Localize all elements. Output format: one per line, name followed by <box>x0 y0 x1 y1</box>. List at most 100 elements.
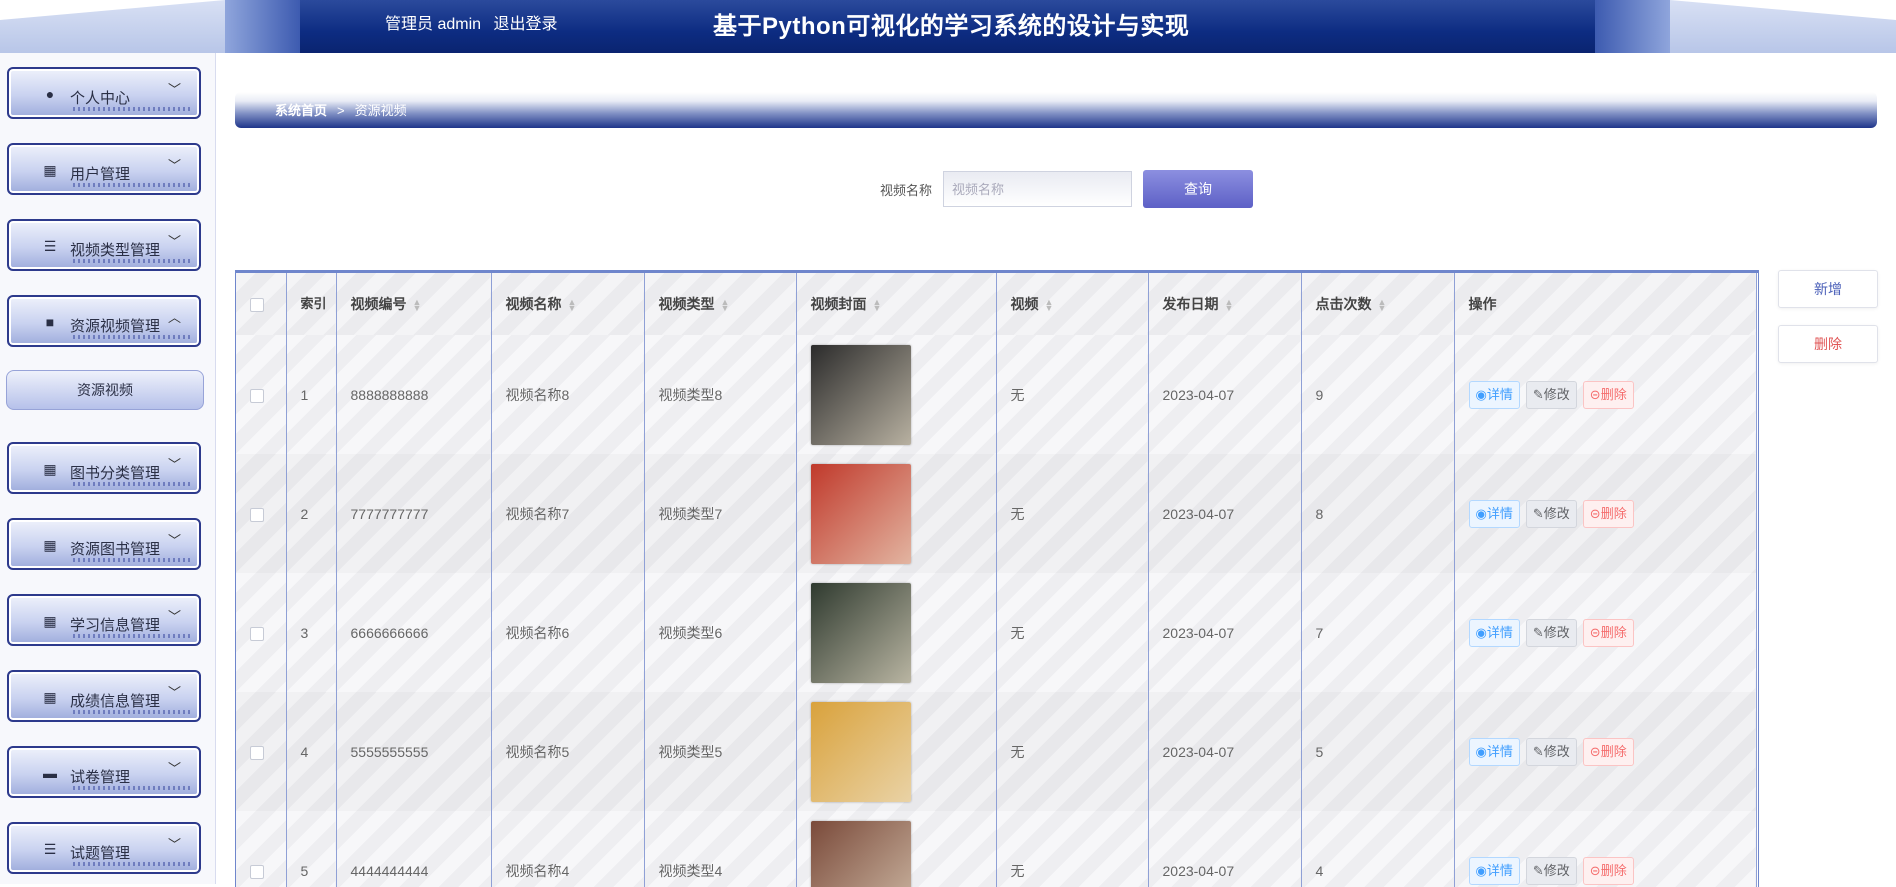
row-checkbox[interactable] <box>250 627 264 641</box>
chevron-down-icon: ﹀ <box>168 155 181 174</box>
header-decoration-right <box>1670 0 1896 20</box>
cell-video: 无 <box>996 811 1148 887</box>
search-button[interactable]: 查询 <box>1143 170 1253 208</box>
sort-icon[interactable]: ▲▼ <box>1225 299 1234 311</box>
delete-label: 删除 <box>1601 744 1627 759</box>
cell-video-name: 视频名称4 <box>491 811 644 887</box>
apps-icon: ▦ <box>42 689 58 705</box>
chevron-down-icon: ﹀ <box>168 454 181 473</box>
header-video-name[interactable]: 视频名称▲▼ <box>491 273 644 335</box>
detail-button[interactable]: ◉详情 <box>1469 619 1520 647</box>
header-publish-date[interactable]: 发布日期 ▲▼ <box>1148 273 1301 335</box>
delete-button[interactable]: ⊝删除 <box>1583 500 1634 528</box>
delete-button[interactable]: ⊝删除 <box>1583 738 1634 766</box>
sidebar-item-4[interactable]: ■资源视频管理︿ <box>7 295 201 347</box>
delete-button[interactable]: ⊝删除 <box>1583 619 1634 647</box>
cover-image[interactable] <box>811 583 911 683</box>
table-row: 45555555555视频名称5视频类型5无2023-04-075◉详情✎修改⊝… <box>236 692 1756 811</box>
batch-delete-button[interactable]: 删除 <box>1778 325 1878 363</box>
chevron-down-icon: ﹀ <box>168 682 181 701</box>
menu-decoration <box>73 634 191 638</box>
sidebar-item-7[interactable]: ▦学习信息管理﹀ <box>7 594 201 646</box>
sort-icon[interactable]: ▲▼ <box>568 299 577 311</box>
sidebar-item-3[interactable]: ☰视频类型管理﹀ <box>7 219 201 271</box>
cover-image[interactable] <box>811 821 911 887</box>
edit-button[interactable]: ✎修改 <box>1526 857 1577 885</box>
cell-clicks: 7 <box>1301 573 1454 692</box>
cover-image[interactable] <box>811 702 911 802</box>
header-wing-left <box>225 0 300 53</box>
header-video-label: 视频 <box>1011 296 1039 312</box>
edit-icon: ✎ <box>1533 506 1544 521</box>
sort-icon[interactable]: ▲▼ <box>1045 299 1054 311</box>
sort-icon[interactable]: ▲▼ <box>413 299 422 311</box>
sort-icon[interactable]: ▲▼ <box>721 299 730 311</box>
header-publish-date-label: 发布日期 <box>1163 296 1219 312</box>
header-video[interactable]: 视频 ▲▼ <box>996 273 1148 335</box>
chevron-down-icon: ﹀ <box>168 231 181 250</box>
cell-ops: ◉详情✎修改⊝删除 <box>1454 811 1756 887</box>
system-title: 基于Python可视化的学习系统的设计与实现 <box>713 6 1189 41</box>
detail-button[interactable]: ◉详情 <box>1469 500 1520 528</box>
breadcrumb-home[interactable]: 系统首页 <box>275 103 327 118</box>
edit-button[interactable]: ✎修改 <box>1526 738 1577 766</box>
header-video-type[interactable]: 视频类型▲▼ <box>644 273 796 335</box>
sidebar-item-8[interactable]: ▦ 成绩信息管理 ﹀ <box>7 670 201 722</box>
sidebar-item-2[interactable]: ▦用户管理﹀ <box>7 143 201 195</box>
sidebar-item-label: 视频类型管理 <box>70 239 160 260</box>
minus-circle-icon: ⊝ <box>1590 625 1601 640</box>
sidebar-item-5[interactable]: ▦图书分类管理﹀ <box>7 442 201 494</box>
row-checkbox[interactable] <box>250 508 264 522</box>
delete-button[interactable]: ⊝删除 <box>1583 857 1634 885</box>
detail-label: 详情 <box>1487 625 1513 640</box>
edit-label: 修改 <box>1544 744 1570 759</box>
table-row: 54444444444视频名称4视频类型4无2023-04-074◉详情✎修改⊝… <box>236 811 1756 887</box>
cell-ops: ◉详情✎修改⊝删除 <box>1454 692 1756 811</box>
video-table: 索引 视频编号▲▼ 视频名称▲▼ 视频类型▲▼ 视频封面▲▼ 视频▲▼ 发布日期… <box>235 270 1759 887</box>
logout-link[interactable]: 退出登录 <box>493 16 557 33</box>
sidebar-item-9[interactable]: ▬试卷管理﹀ <box>7 746 201 798</box>
menu-decoration <box>73 710 191 714</box>
row-select-cell <box>236 811 286 887</box>
sidebar-item-10[interactable]: ☰试题管理﹀ <box>7 822 201 874</box>
sidebar-item-6[interactable]: ▦资源图书管理﹀ <box>7 518 201 570</box>
header-clicks[interactable]: 点击次数▲▼ <box>1301 273 1454 335</box>
select-all-checkbox[interactable] <box>250 298 264 312</box>
header-cover[interactable]: 视频封面▲▼ <box>796 273 996 335</box>
sidebar-item-label: 成绩信息管理 <box>70 690 160 711</box>
row-checkbox[interactable] <box>250 389 264 403</box>
detail-button[interactable]: ◉详情 <box>1469 738 1520 766</box>
sort-icon[interactable]: ▲▼ <box>1378 299 1387 311</box>
cell-index: 2 <box>286 454 336 573</box>
row-checkbox[interactable] <box>250 746 264 760</box>
submenu-item-resource-video[interactable]: 资源视频 <box>6 370 204 410</box>
cell-video-type: 视频类型7 <box>644 454 796 573</box>
add-button[interactable]: 新增 <box>1778 270 1878 308</box>
delete-button[interactable]: ⊝删除 <box>1583 381 1634 409</box>
video-name-search-input[interactable] <box>943 171 1132 207</box>
edit-button[interactable]: ✎修改 <box>1526 381 1577 409</box>
detail-button[interactable]: ◉详情 <box>1469 857 1520 885</box>
cell-video-type: 视频类型4 <box>644 811 796 887</box>
cover-image[interactable] <box>811 345 911 445</box>
cell-cover <box>796 335 996 454</box>
cell-index: 3 <box>286 573 336 692</box>
table-row: 27777777777视频名称7视频类型7无2023-04-078◉详情✎修改⊝… <box>236 454 1756 573</box>
cell-publish-date: 2023-04-07 <box>1148 573 1301 692</box>
cell-cover <box>796 692 996 811</box>
sidebar-item-1[interactable]: ●个人中心﹀ <box>7 67 201 119</box>
header-video-no-label: 视频编号 <box>351 296 407 312</box>
cover-image[interactable] <box>811 464 911 564</box>
menu-decoration <box>73 558 191 562</box>
cell-publish-date: 2023-04-07 <box>1148 811 1301 887</box>
user-icon: ● <box>42 86 58 102</box>
cell-publish-date: 2023-04-07 <box>1148 454 1301 573</box>
edit-button[interactable]: ✎修改 <box>1526 619 1577 647</box>
sort-icon[interactable]: ▲▼ <box>873 299 882 311</box>
breadcrumb: 系统首页>资源视频 <box>235 92 1877 128</box>
edit-button[interactable]: ✎修改 <box>1526 500 1577 528</box>
row-checkbox[interactable] <box>250 865 264 879</box>
detail-button[interactable]: ◉详情 <box>1469 381 1520 409</box>
header-video-no[interactable]: 视频编号 ▲▼ <box>336 273 491 335</box>
detail-label: 详情 <box>1487 863 1513 878</box>
